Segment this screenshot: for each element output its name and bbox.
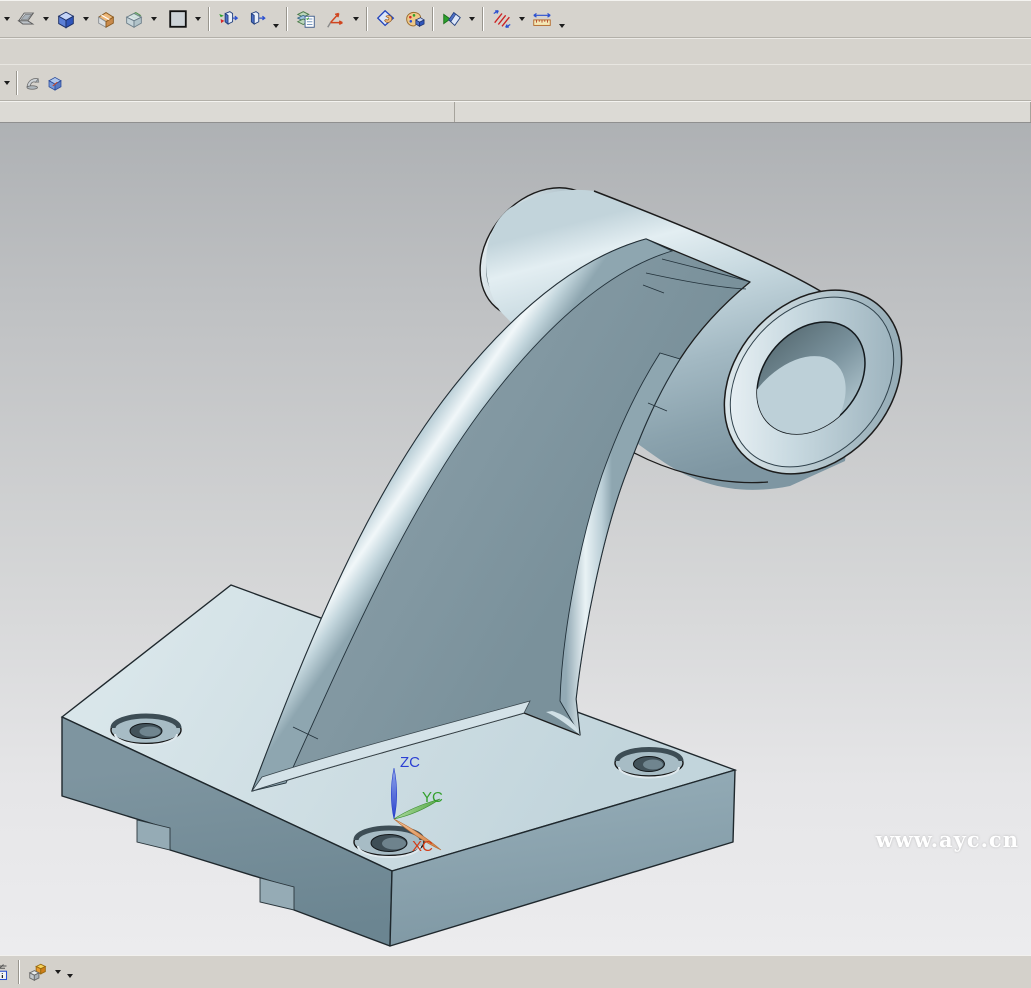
move-object-button[interactable] xyxy=(372,5,400,33)
section-view-button[interactable] xyxy=(92,5,120,33)
show-hide-cube-icon xyxy=(46,74,64,92)
wireframe-view-dropdown[interactable] xyxy=(151,17,157,21)
watermark: www.ayc.cn xyxy=(876,827,1019,852)
blank-view-button[interactable] xyxy=(164,5,192,33)
counterbore-hole-back-left[interactable] xyxy=(111,716,181,745)
replay-dropdown[interactable] xyxy=(469,17,475,21)
display-mode-dropdown[interactable] xyxy=(43,17,49,21)
cross-section-button[interactable] xyxy=(488,5,516,33)
replay-button[interactable] xyxy=(438,5,466,33)
docked-toolbar-left[interactable] xyxy=(0,101,455,123)
counterbore-hole-right[interactable] xyxy=(615,750,683,778)
measure-distance-button[interactable] xyxy=(528,5,556,33)
export-view-icon xyxy=(245,8,267,30)
layer-settings-icon xyxy=(295,8,317,30)
work-layer-button[interactable] xyxy=(24,958,52,986)
curved-rib[interactable] xyxy=(252,239,750,791)
zc-label: ZC xyxy=(400,754,420,771)
work-layer-more-dropdown[interactable] xyxy=(67,974,73,978)
wcs-display-button[interactable] xyxy=(322,5,350,33)
translucent-cube-icon xyxy=(123,8,145,30)
docked-toolbar-right[interactable] xyxy=(455,101,1031,123)
toolbar-spacer xyxy=(0,38,1031,64)
main-toolbar xyxy=(0,0,1031,38)
measure-icon xyxy=(531,8,553,30)
wcs-icon xyxy=(325,8,347,30)
export-view-button[interactable] xyxy=(242,5,270,33)
move-object-icon xyxy=(375,8,397,30)
xc-label: XC xyxy=(412,838,433,855)
bottom-toolbar xyxy=(0,955,1031,988)
work-layer-dropdown[interactable] xyxy=(55,970,61,974)
shaded-cube-icon xyxy=(55,8,77,30)
show-hide-button[interactable] xyxy=(44,72,66,94)
toolbar-options-dropdown-icon[interactable] xyxy=(4,81,10,85)
replay-icon xyxy=(441,8,463,30)
toolbar-options-dropdown-icon[interactable] xyxy=(4,17,10,21)
export-displayed-part-button[interactable] xyxy=(214,5,242,33)
wcs-display-dropdown[interactable] xyxy=(353,17,359,21)
secondary-toolbar xyxy=(0,64,1031,101)
blank-view-icon xyxy=(167,8,189,30)
display-mode-button[interactable] xyxy=(12,5,40,33)
shaded-view-button[interactable] xyxy=(52,5,80,33)
edit-display-icon xyxy=(403,8,425,30)
yc-label: YC xyxy=(422,789,443,806)
export-view-dropdown[interactable] xyxy=(273,24,279,28)
selection-info-icon xyxy=(0,963,14,981)
blank-view-dropdown[interactable] xyxy=(195,17,201,21)
wireframe-view-button[interactable] xyxy=(120,5,148,33)
cad-window: ZC YC XC www.ayc.cn xyxy=(0,0,1031,988)
display-mode-icon xyxy=(15,8,37,30)
rotate-display-icon xyxy=(24,74,42,92)
layer-settings-button[interactable] xyxy=(292,5,320,33)
docked-toolbar-row xyxy=(0,101,1031,123)
measure-distance-dropdown[interactable] xyxy=(559,24,565,28)
section-cube-icon xyxy=(95,8,117,30)
rotate-display-button[interactable] xyxy=(22,72,44,94)
export-part-icon xyxy=(217,8,239,30)
cross-section-dropdown[interactable] xyxy=(519,17,525,21)
selection-info-button[interactable] xyxy=(0,961,14,983)
edit-object-display-button[interactable] xyxy=(400,5,428,33)
cross-section-icon xyxy=(491,8,513,30)
shaded-view-dropdown[interactable] xyxy=(83,17,89,21)
work-layer-cube-icon xyxy=(27,961,49,983)
